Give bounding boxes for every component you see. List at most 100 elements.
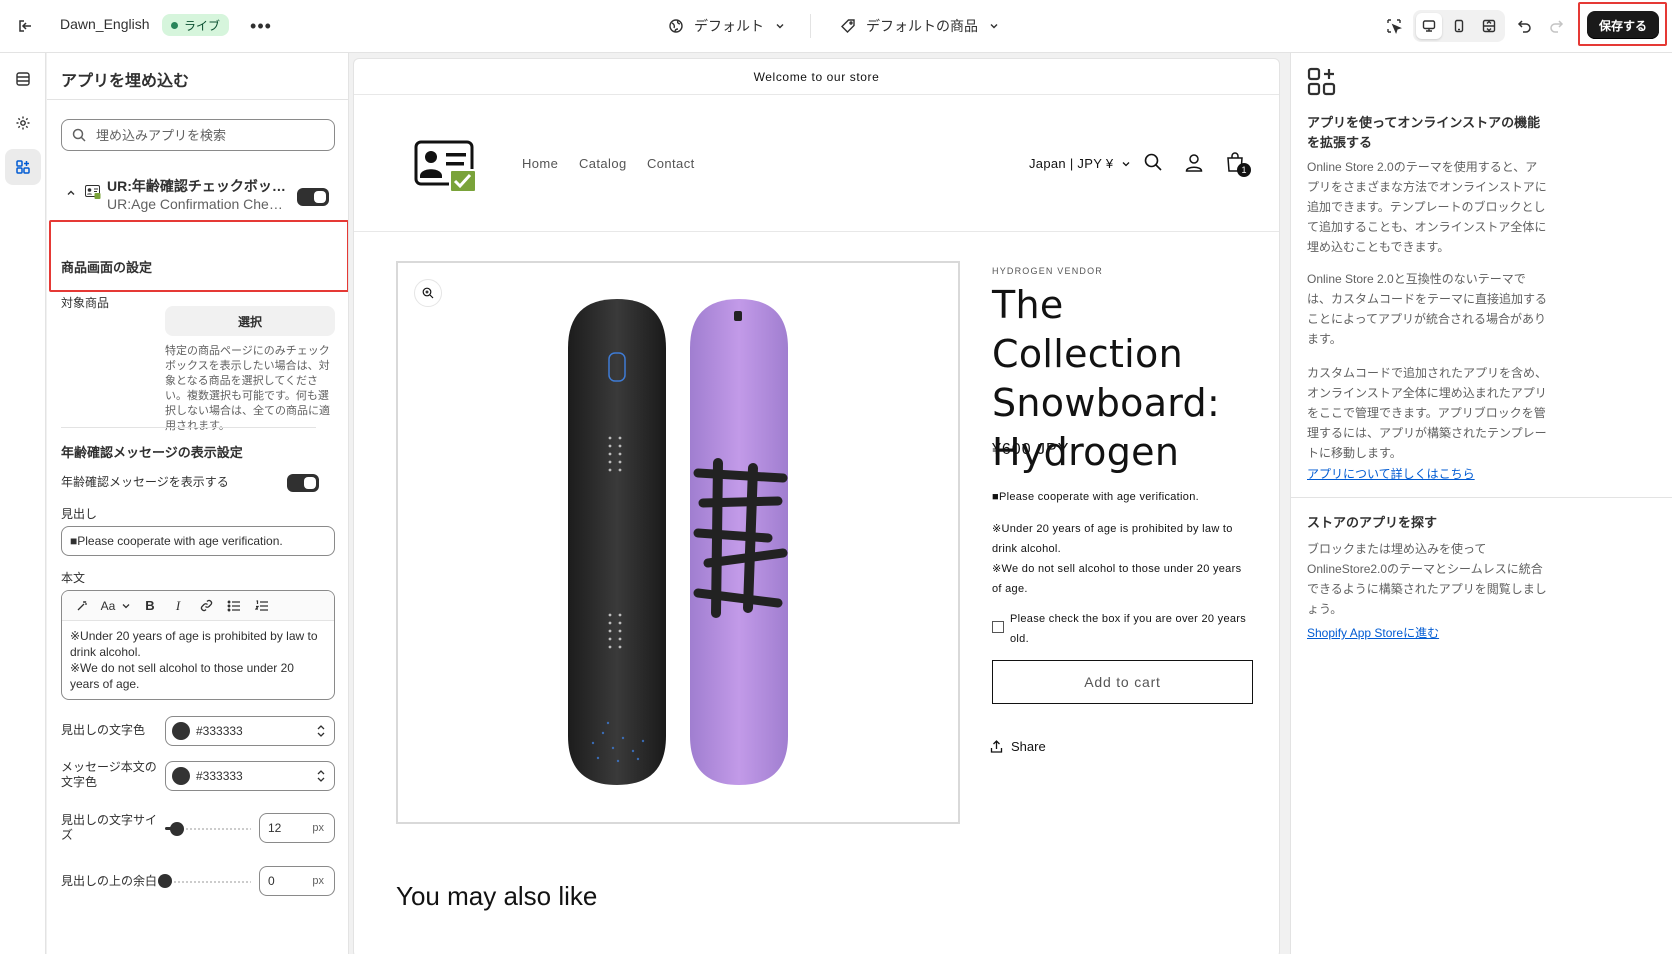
find-apps-title: ストアのアプリを探す [1307,515,1438,530]
more-actions-button[interactable]: ••• [248,13,274,39]
consent-label: Please check the box if you are over 20 … [1010,613,1247,645]
body-editor[interactable]: Aa B I ※Under 20 years of age is prohibi… [61,590,335,700]
app-embeds-panel: アプリを埋め込む UR:年齢確認チェックボックス UR:Age Confirma… [47,53,349,954]
top-margin-slider[interactable] [165,880,251,884]
color-swatch[interactable] [172,767,190,785]
app-subtitle: UR:Age Confirmation Checkbox [107,196,287,212]
template-select-label: デフォルト [694,18,764,34]
snowboard-image [568,299,788,785]
app-name: UR:年齢確認チェックボックス [107,178,287,194]
panel-title: アプリを埋め込む [61,73,190,90]
italic-icon[interactable]: I [164,594,192,618]
heading-label: 見出し [61,507,98,521]
divider [810,14,811,38]
app-extension-icon [1307,67,1336,96]
heading-size-value: 12 [268,821,282,835]
store-header: Home Catalog Contact Japan | JPY ¥ 1 [354,96,1279,232]
search-icon[interactable] [1141,150,1165,174]
product-select-label: デフォルトの商品 [866,18,978,34]
share-button[interactable]: Share [990,739,1046,754]
chevron-down-icon [776,24,784,29]
share-icon [990,740,1003,753]
chevron-down-icon [990,24,998,29]
top-margin-input[interactable]: 0 px [259,866,335,896]
cart-icon[interactable]: 1 [1223,150,1251,177]
info-panel: アプリを使ってオンラインストアの機能を拡張する Online Store 2.0… [1290,53,1672,954]
color-swatch[interactable] [172,722,190,740]
show-message-toggle[interactable] [287,474,319,492]
top-margin-value: 0 [268,874,275,888]
info-paragraph-2: Online Store 2.0と互換性のないテーマでは、カスタムコードをテーマ… [1307,272,1548,346]
divider [1291,497,1672,498]
app-store-link[interactable]: Shopify App Storeに進む [1307,624,1439,641]
app-embed-row[interactable]: UR:年齢確認チェックボックス UR:Age Confirmation Chec… [61,169,335,225]
fullscreen-icon[interactable] [1476,13,1502,39]
heading-input[interactable]: ■Please cooperate with age verification. [61,526,335,556]
info-title: アプリを使ってオンラインストアの機能を拡張する [1307,115,1541,150]
product-price: ¥600 JPY [992,441,1070,458]
product-select[interactable]: デフォルトの商品 [840,13,1000,39]
add-to-cart-button[interactable]: Add to cart [992,660,1253,704]
body-text[interactable]: ※Under 20 years of age is prohibited by … [62,621,334,699]
recommendations-heading: You may also like [396,881,598,911]
find-apps-text: ブロックまたは埋め込みを使ってOnlineStore2.0のテーマとシームレスに… [1307,542,1547,616]
device-switcher [1413,10,1505,42]
info-paragraph-1: Online Store 2.0のテーマを使用すると、アプリをさまざまな方法でオ… [1307,160,1547,254]
app-highlight-frame [49,220,348,292]
heading-size-input[interactable]: 12 px [259,813,335,843]
show-message-label: 年齢確認メッセージを表示する [61,475,229,489]
product-vendor: HYDROGEN VENDOR [992,266,1104,276]
mobile-icon[interactable] [1446,13,1472,39]
learn-more-link[interactable]: アプリについて詳しくはこちら [1307,465,1475,482]
link-icon[interactable] [192,594,220,618]
exit-icon[interactable] [12,13,38,39]
numbered-list-icon[interactable] [248,594,276,618]
chevron-up-icon[interactable] [65,187,77,199]
inspector-icon[interactable] [1381,13,1407,39]
app-embeds-icon[interactable] [5,149,41,185]
bold-icon[interactable]: B [136,594,164,618]
target-product-label: 対象商品 [61,296,110,310]
slider-thumb[interactable] [170,822,184,836]
live-dot-icon [171,21,178,29]
left-rail [0,53,46,954]
nav-catalog[interactable]: Catalog [579,156,627,171]
country-selector[interactable]: Japan | JPY ¥ [1029,156,1131,171]
chevron-down-icon [1122,161,1130,166]
text-style-dropdown[interactable]: Aa [96,594,136,618]
app-search[interactable] [61,119,335,151]
live-label: ライブ [184,18,221,33]
editor-toolbar: Aa B I [62,591,334,621]
announcement-bar: Welcome to our store [354,59,1279,95]
sections-icon[interactable] [5,61,41,97]
search-input[interactable] [96,127,316,143]
template-select[interactable]: デフォルト [668,13,786,39]
app-enable-toggle[interactable] [297,188,329,206]
select-products-button[interactable]: 選択 [165,306,335,336]
gear-icon[interactable] [5,105,41,141]
age-checkbox[interactable] [992,621,1004,633]
nav-contact[interactable]: Contact [647,156,695,171]
body-color-picker[interactable]: #333333 [165,761,335,791]
slider-thumb[interactable] [158,874,172,888]
nav-home[interactable]: Home [522,156,558,171]
heading-color-picker[interactable]: #333333 [165,716,335,746]
store-logo[interactable] [414,140,478,192]
desktop-icon[interactable] [1416,13,1442,39]
magic-icon[interactable] [68,594,96,618]
account-icon[interactable] [1182,150,1206,174]
theme-name: Dawn_English [60,16,150,32]
product-settings-title: 商品画面の設定 [61,260,153,275]
body-color-value: #333333 [196,769,243,783]
chevron-down-icon [122,603,130,608]
unit-label: px [312,822,324,834]
share-label: Share [1011,739,1046,754]
product-media[interactable] [396,261,960,824]
undo-icon[interactable] [1512,13,1538,39]
bullet-list-icon[interactable] [220,594,248,618]
divider [61,427,316,428]
target-product-help: 特定の商品ページにのみチェックボックスを表示したい場合は、対象となる商品を選択し… [165,345,330,432]
live-badge: ライブ [162,14,230,36]
redo-icon[interactable] [1543,13,1569,39]
age-consent[interactable]: Please check the box if you are over 20 … [992,609,1257,649]
